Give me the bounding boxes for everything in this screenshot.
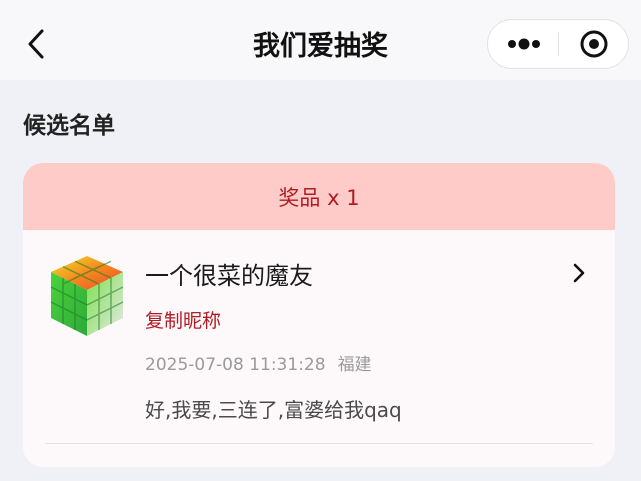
entry-comment: 好,我要,三连了,富婆给我qaq: [145, 398, 402, 422]
rubiks-cube-avatar: [50, 256, 124, 336]
mini-program-capsule: [487, 19, 629, 69]
navigation-bar: 我们爱抽奖: [0, 0, 641, 80]
divider: [45, 443, 593, 444]
target-circle-icon: [580, 30, 608, 58]
detail-chevron-button[interactable]: [569, 261, 589, 285]
chevron-right-icon: [573, 263, 585, 283]
prize-header: 奖品 x 1: [23, 163, 615, 230]
chevron-left-icon: [28, 29, 44, 59]
more-dots-icon: [508, 38, 540, 50]
prize-label: 奖品 x 1: [278, 185, 360, 210]
nickname: 一个很菜的魔友: [145, 262, 313, 290]
more-button[interactable]: [488, 20, 558, 68]
close-mini-program-button[interactable]: [559, 20, 629, 68]
section-title: 候选名单: [23, 113, 115, 139]
avatar[interactable]: [43, 252, 131, 340]
back-button[interactable]: [22, 26, 52, 62]
copy-nickname-link[interactable]: 复制昵称: [145, 306, 221, 333]
entry-datetime: 2025-07-08 11:31:28: [145, 355, 326, 375]
entry-location: 福建: [337, 355, 372, 375]
candidate-card: 奖品 x 1 一个很菜的魔友 复制昵称 2025-07-08 11:31:28 …: [23, 163, 615, 467]
entry-meta: 2025-07-08 11:31:28 福建: [145, 350, 372, 375]
list-item[interactable]: 一个很菜的魔友 复制昵称 2025-07-08 11:31:28 福建 好,我要,…: [23, 230, 615, 467]
